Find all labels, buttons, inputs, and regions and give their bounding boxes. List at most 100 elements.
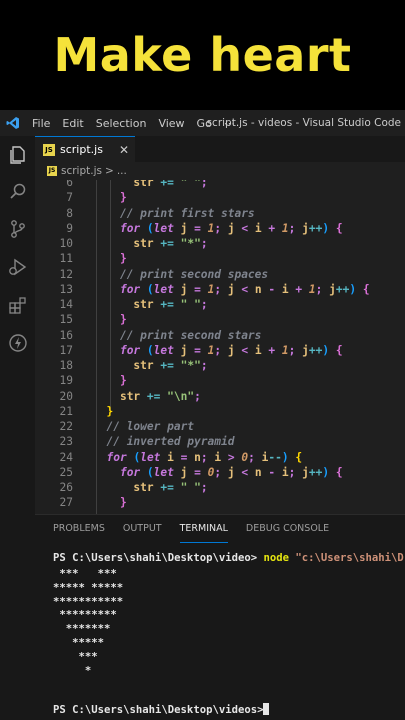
- code-text: str += "*";: [133, 359, 208, 372]
- vscode-logo-icon: [0, 110, 26, 136]
- code-line[interactable]: 7 }: [35, 190, 405, 205]
- terminal-command: node: [263, 552, 289, 564]
- terminal-command-line: PS C:\Users\shahi\Desktop\video> node "c…: [53, 552, 404, 564]
- code-text: for (let j = 1; j < i + 1; j++) {: [119, 221, 343, 235]
- code-text: }: [119, 313, 127, 327]
- code-text: str += "*";: [133, 237, 208, 250]
- close-icon[interactable]: ✕: [119, 143, 129, 157]
- line-number: 7: [66, 191, 73, 205]
- line-number: 20: [59, 389, 73, 403]
- line-number: 15: [59, 313, 73, 327]
- explorer-icon[interactable]: [7, 144, 29, 166]
- line-number: 14: [59, 298, 73, 311]
- code-line[interactable]: 17 for (let j = 1; j < i + 1; j++) {: [35, 343, 405, 358]
- terminal-output-line: *** ***: [53, 568, 117, 580]
- panel-tab-problems[interactable]: PROBLEMS: [53, 515, 105, 543]
- terminal-cursor: [263, 703, 270, 715]
- terminal-command-arg: "c:\Users\shahi\D: [289, 552, 404, 564]
- code-text: for (let j = 1; j < i + 1; j++) {: [119, 343, 343, 357]
- line-number: 26: [59, 481, 73, 494]
- extensions-icon[interactable]: [7, 294, 29, 316]
- code-line[interactable]: 19 }: [35, 373, 405, 388]
- terminal-output-line: *****: [53, 637, 105, 649]
- line-number: 9: [66, 221, 73, 235]
- terminal-output-line: ***********: [53, 595, 124, 608]
- code-text: for (let i = n; i > 0; i--) {: [106, 450, 303, 464]
- code-editor[interactable]: 6 str += " "; 7 } 8 // print first stars 9 …: [35, 180, 405, 514]
- code-line[interactable]: 26 str += " ";: [35, 480, 405, 495]
- code-line[interactable]: 21 }: [35, 404, 405, 419]
- activity-bar: [0, 136, 35, 720]
- panel-tabs: PROBLEMS OUTPUT TERMINAL DEBUG CONSOLE: [35, 515, 405, 543]
- panel-tab-output[interactable]: OUTPUT: [123, 515, 162, 543]
- code-text: // print second spaces: [119, 267, 269, 281]
- code-line[interactable]: 11 }: [35, 251, 405, 266]
- code-text: // print first stars: [119, 206, 255, 220]
- breadcrumb-file[interactable]: script.js: [61, 165, 102, 177]
- code-text: }: [119, 496, 127, 510]
- code-text: str += " ";: [133, 180, 208, 189]
- terminal-output-line: ***: [53, 650, 98, 663]
- terminal-prompt: PS C:\Users\shahi\Desktop\videos>: [53, 703, 270, 717]
- code-line[interactable]: 10 str += "*";: [35, 236, 405, 251]
- line-number: 19: [59, 374, 73, 388]
- code-line[interactable]: 23 // inverted pyramid: [35, 434, 405, 449]
- code-line[interactable]: 6 str += " ";: [35, 180, 405, 190]
- line-number: 11: [59, 252, 73, 266]
- code-line[interactable]: 27 }: [35, 495, 405, 510]
- code-text: // lower part: [106, 420, 195, 433]
- code-line[interactable]: 14 str += " ";: [35, 297, 405, 312]
- line-number: 13: [59, 282, 73, 296]
- run-debug-icon[interactable]: [7, 256, 29, 278]
- javascript-file-icon: JS: [43, 143, 55, 156]
- menu-selection[interactable]: Selection: [90, 117, 153, 130]
- code-text: }: [119, 252, 127, 266]
- code-text: }: [119, 191, 127, 205]
- code-line[interactable]: 16 // print second stars: [35, 328, 405, 343]
- line-number: 23: [59, 435, 73, 449]
- code-line[interactable]: 24 for (let i = n; i > 0; i--) {: [35, 450, 405, 465]
- remote-icon[interactable]: [7, 332, 29, 354]
- terminal[interactable]: PS C:\Users\shahi\Desktop\video> node "c…: [35, 545, 405, 720]
- code-line[interactable]: 25 for (let j = 0; j < n - i; j++) {: [35, 465, 405, 480]
- breadcrumb-rest[interactable]: ...: [117, 165, 127, 177]
- tab-script-js[interactable]: JS script.js ✕: [35, 136, 135, 162]
- code-line[interactable]: 8 // print first stars: [35, 206, 405, 221]
- menu-edit[interactable]: Edit: [56, 117, 89, 130]
- menu-file[interactable]: File: [26, 117, 56, 130]
- line-number: 6: [66, 180, 73, 189]
- code-text: str += " ";: [133, 481, 208, 494]
- line-number: 25: [59, 465, 73, 479]
- terminal-output-line: *********: [53, 609, 117, 622]
- code-text: for (let j = 0; j < n - i; j++) {: [119, 465, 343, 479]
- panel-tab-debug-console[interactable]: DEBUG CONSOLE: [246, 515, 329, 543]
- code-line[interactable]: 22 // lower part: [35, 419, 405, 434]
- line-number: 8: [66, 206, 73, 220]
- javascript-file-icon: JS: [47, 166, 57, 176]
- line-number: 22: [59, 420, 73, 433]
- panel-tab-terminal[interactable]: TERMINAL: [179, 515, 228, 543]
- code-line[interactable]: 18 str += "*";: [35, 358, 405, 373]
- terminal-output-line: *: [53, 664, 92, 677]
- menu-bar: File Edit Selection View Go ⋯ script.js …: [0, 110, 405, 136]
- line-number: 17: [59, 343, 73, 357]
- editor-tab-bar: JS script.js ✕: [35, 136, 405, 162]
- source-control-icon[interactable]: [7, 218, 29, 240]
- code-text: str += "\n";: [119, 389, 201, 403]
- line-number: 10: [59, 237, 73, 250]
- bottom-panel: PROBLEMS OUTPUT TERMINAL DEBUG CONSOLE PS C…: [35, 514, 405, 720]
- line-number: 21: [59, 404, 73, 418]
- code-text: }: [119, 374, 127, 388]
- tab-label: script.js: [60, 143, 103, 156]
- breadcrumb: JS script.js > ...: [35, 162, 405, 180]
- code-text: }: [106, 404, 114, 418]
- code-line[interactable]: 20 str += "\n";: [35, 389, 405, 404]
- search-icon[interactable]: [7, 180, 29, 202]
- code-line[interactable]: 13 for (let j = 1; j < n - i + 1; j++) {: [35, 282, 405, 297]
- code-line[interactable]: 9 for (let j = 1; j < i + 1; j++) {: [35, 221, 405, 236]
- code-line[interactable]: 15 }: [35, 312, 405, 327]
- line-number: 16: [59, 328, 73, 342]
- terminal-output-line: ***** *****: [53, 581, 124, 594]
- code-line[interactable]: 12 // print second spaces: [35, 267, 405, 282]
- menu-view[interactable]: View: [152, 117, 190, 130]
